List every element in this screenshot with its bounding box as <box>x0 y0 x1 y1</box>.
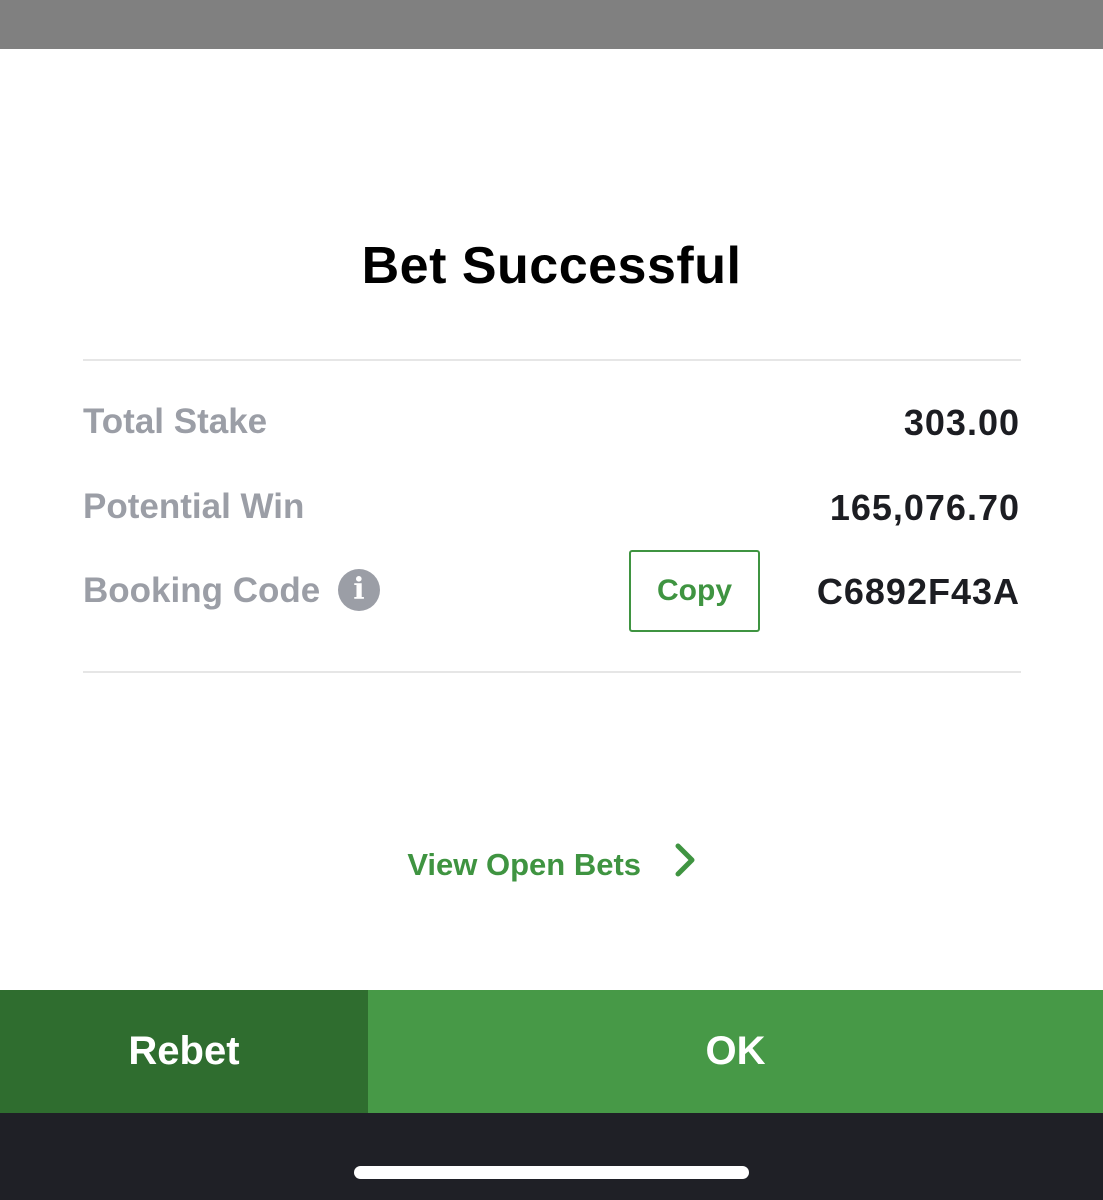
home-indicator[interactable] <box>354 1166 749 1179</box>
divider-bottom <box>83 671 1021 673</box>
chevron-right-icon <box>674 843 696 885</box>
view-open-bets-label: View Open Bets <box>407 847 642 883</box>
booking-code-value: C6892F43A <box>816 571 1020 612</box>
total-stake-value: 303.00 <box>903 402 1020 443</box>
copy-button[interactable]: Copy <box>629 550 760 632</box>
booking-code-label: Booking Code <box>83 571 321 610</box>
divider-top <box>83 359 1021 361</box>
ok-button[interactable]: OK <box>368 990 1103 1113</box>
dialog-title: Bet Successful <box>361 237 742 295</box>
potential-win-value: 165,076.70 <box>829 487 1020 528</box>
total-stake-label: Total Stake <box>83 402 268 441</box>
rebet-button[interactable]: Rebet <box>0 990 368 1113</box>
info-icon[interactable]: i <box>338 569 380 611</box>
action-footer: Rebet OK <box>0 990 1103 1113</box>
view-open-bets-link[interactable]: View Open Bets <box>0 843 1103 888</box>
potential-win-label: Potential Win <box>83 487 305 526</box>
system-home-bar-area <box>0 1113 1103 1200</box>
dimmed-background-overlay <box>0 0 1103 49</box>
